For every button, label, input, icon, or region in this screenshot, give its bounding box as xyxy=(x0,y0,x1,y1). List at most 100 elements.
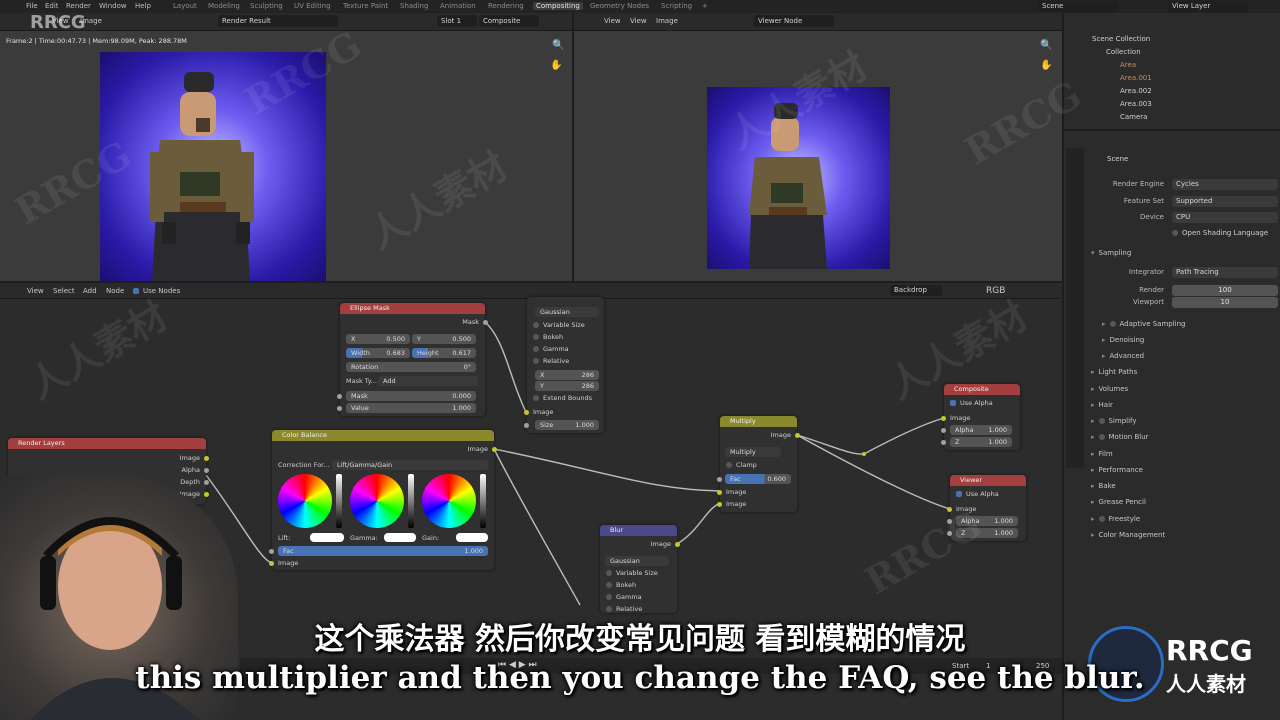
gamma-value-slider[interactable] xyxy=(408,474,414,528)
gamma-color-swatch[interactable] xyxy=(384,533,416,542)
blur-top-x-field[interactable]: X 286 xyxy=(535,370,599,380)
gain-value-slider[interactable] xyxy=(480,474,486,528)
outliner-item-area-002[interactable]: Area.002 xyxy=(1120,87,1152,99)
socket-in-z[interactable] xyxy=(941,440,946,445)
viewer-alpha-field[interactable]: Alpha 1.000 xyxy=(956,516,1018,526)
mask-type-dropdown[interactable]: Add xyxy=(378,376,478,386)
node-viewer[interactable]: Viewer Use Alpha Image Alpha 1.000 Z 1.000 xyxy=(947,475,1026,541)
node-blur[interactable]: Blur Image Gaussian Variable Size Bokeh … xyxy=(600,525,680,614)
gamma-color-wheel[interactable] xyxy=(350,474,404,528)
section-color-management[interactable]: ▸ Color Management xyxy=(1091,531,1165,539)
socket-out-image[interactable] xyxy=(795,433,800,438)
socket-in-image[interactable] xyxy=(269,561,274,566)
node-color-balance[interactable]: Color Balance Image Correction For... Li… xyxy=(269,430,497,570)
color-balance-fac-field[interactable]: Fac 1.000 xyxy=(278,546,488,556)
socket-in-size[interactable] xyxy=(524,423,529,428)
multiply-operation-dropdown[interactable]: Multiply xyxy=(725,447,781,457)
outliner-item-area-001[interactable]: Area.001 xyxy=(1120,74,1152,86)
viewer-use-alpha[interactable]: Use Alpha xyxy=(956,489,1020,499)
ellipse-rotation-field[interactable]: Rotation 0° xyxy=(346,362,476,372)
node-multiply[interactable]: Multiply Image Multiply Clamp Fac 0.600 I… xyxy=(717,416,800,512)
viewport-samples-field[interactable]: 10 xyxy=(1172,297,1278,308)
socket-out-alpha[interactable] xyxy=(204,468,209,473)
outliner-collection[interactable]: Collection xyxy=(1106,48,1141,60)
viewer-z-field[interactable]: Z 1.000 xyxy=(956,528,1018,538)
socket-in-image[interactable] xyxy=(941,416,946,421)
composite-alpha-field[interactable]: Alpha 1.000 xyxy=(950,425,1012,435)
render-samples-field[interactable]: 100 xyxy=(1172,285,1278,296)
blur-variable-size[interactable]: Variable Size xyxy=(606,568,671,578)
socket-in-fac[interactable] xyxy=(717,477,722,482)
socket-in-fac[interactable] xyxy=(269,549,274,554)
section-freestyle[interactable]: ▸ Freestyle xyxy=(1091,515,1140,523)
outliner-scene-collection[interactable]: Scene Collection xyxy=(1092,35,1150,47)
render-engine-dropdown[interactable]: Cycles xyxy=(1172,179,1278,190)
node-blur-top[interactable]: Gaussian Variable Size Bokeh Gamma Relat… xyxy=(524,297,604,433)
ellipse-width-field[interactable]: Width 0.683 xyxy=(346,348,410,358)
blur-top-bokeh[interactable]: Bokeh xyxy=(533,332,598,342)
ellipse-height-field[interactable]: Height 0.617 xyxy=(412,348,476,358)
section-film[interactable]: ▸ Film xyxy=(1091,450,1113,458)
blur-top-size-field[interactable]: Size 1.000 xyxy=(535,420,599,430)
section-simplify[interactable]: ▸ Simplify xyxy=(1091,417,1137,425)
blur-top-relative[interactable]: Relative xyxy=(533,356,598,366)
node-composite[interactable]: Composite Use Alpha Image Alpha 1.000 Z 1.… xyxy=(941,384,1020,450)
outliner-item-camera[interactable]: Camera xyxy=(1120,113,1147,125)
socket-in-image[interactable] xyxy=(524,410,529,415)
socket-out-image[interactable] xyxy=(492,447,497,452)
section-sampling[interactable]: ▾ Sampling xyxy=(1091,249,1131,257)
blur-top-variable-size[interactable]: Variable Size xyxy=(533,320,598,330)
properties-tabs[interactable] xyxy=(1066,148,1084,468)
device-dropdown[interactable]: CPU xyxy=(1172,212,1278,223)
blur-filter-dropdown[interactable]: Gaussian xyxy=(605,556,669,566)
section-denoising[interactable]: ▸ Denoising xyxy=(1102,336,1144,344)
outliner-item-area-003[interactable]: Area.003 xyxy=(1120,100,1152,112)
lift-value-slider[interactable] xyxy=(336,474,342,528)
view-layer-selector[interactable]: View Layer xyxy=(1168,1,1248,12)
socket-out-mask[interactable] xyxy=(483,320,488,325)
gain-color-wheel[interactable] xyxy=(422,474,476,528)
section-light-paths[interactable]: ▸ Light Paths xyxy=(1091,368,1137,376)
ellipse-y-field[interactable]: Y 0.500 xyxy=(412,334,476,344)
outliner-item-area[interactable]: Area xyxy=(1120,61,1136,73)
blur-top-gamma[interactable]: Gamma xyxy=(533,344,598,354)
ellipse-mask-field[interactable]: Mask 0.000 xyxy=(346,391,476,401)
socket-in-value[interactable] xyxy=(337,406,342,411)
ellipse-x-field[interactable]: X 0.500 xyxy=(346,334,410,344)
gain-color-swatch[interactable] xyxy=(456,533,488,542)
socket-in-image[interactable] xyxy=(947,507,952,512)
section-volumes[interactable]: ▸ Volumes xyxy=(1091,385,1128,393)
blur-top-filter-dropdown[interactable]: Gaussian xyxy=(535,307,599,317)
blur-relative[interactable]: Relative xyxy=(606,604,671,614)
lift-color-swatch[interactable] xyxy=(310,533,344,542)
socket-in-alpha[interactable] xyxy=(941,428,946,433)
multiply-clamp-checkbox[interactable]: Clamp xyxy=(726,460,791,470)
socket-in-alpha[interactable] xyxy=(947,519,952,524)
multiply-fac-field[interactable]: Fac 0.600 xyxy=(725,474,791,484)
socket-in-mask[interactable] xyxy=(337,394,342,399)
section-adaptive-sampling[interactable]: ▸ Adaptive Sampling xyxy=(1102,320,1186,328)
socket-out-image[interactable] xyxy=(675,542,680,547)
section-hair[interactable]: ▸ Hair xyxy=(1091,401,1113,409)
section-bake[interactable]: ▸ Bake xyxy=(1091,482,1116,490)
section-advanced[interactable]: ▸ Advanced xyxy=(1102,352,1144,360)
blur-top-extend-bounds[interactable]: Extend Bounds xyxy=(533,393,598,403)
section-performance[interactable]: ▸ Performance xyxy=(1091,466,1143,474)
blur-gamma[interactable]: Gamma xyxy=(606,592,671,602)
blur-top-y-field[interactable]: Y 286 xyxy=(535,381,599,391)
socket-in-image-2[interactable] xyxy=(717,502,722,507)
section-grease-pencil[interactable]: ▸ Grease Pencil xyxy=(1091,498,1146,506)
osl-checkbox[interactable]: Open Shading Language xyxy=(1172,229,1268,237)
socket-in-image-1[interactable] xyxy=(717,490,722,495)
blur-bokeh[interactable]: Bokeh xyxy=(606,580,671,590)
composite-use-alpha[interactable]: Use Alpha xyxy=(950,398,1014,408)
lift-color-wheel[interactable] xyxy=(278,474,332,528)
node-ellipse-mask[interactable]: Ellipse Mask Mask X 0.500 Y 0.500 Width 0.6… xyxy=(337,303,488,416)
ellipse-value-field[interactable]: Value 1.000 xyxy=(346,403,476,413)
socket-in-z[interactable] xyxy=(947,531,952,536)
integrator-dropdown[interactable]: Path Tracing xyxy=(1172,267,1278,278)
correction-formula-dropdown[interactable]: Lift/Gamma/Gain xyxy=(332,460,488,470)
section-motion-blur[interactable]: ▸ Motion Blur xyxy=(1091,433,1149,441)
socket-out-image[interactable] xyxy=(204,456,209,461)
composite-z-field[interactable]: Z 1.000 xyxy=(950,437,1012,447)
